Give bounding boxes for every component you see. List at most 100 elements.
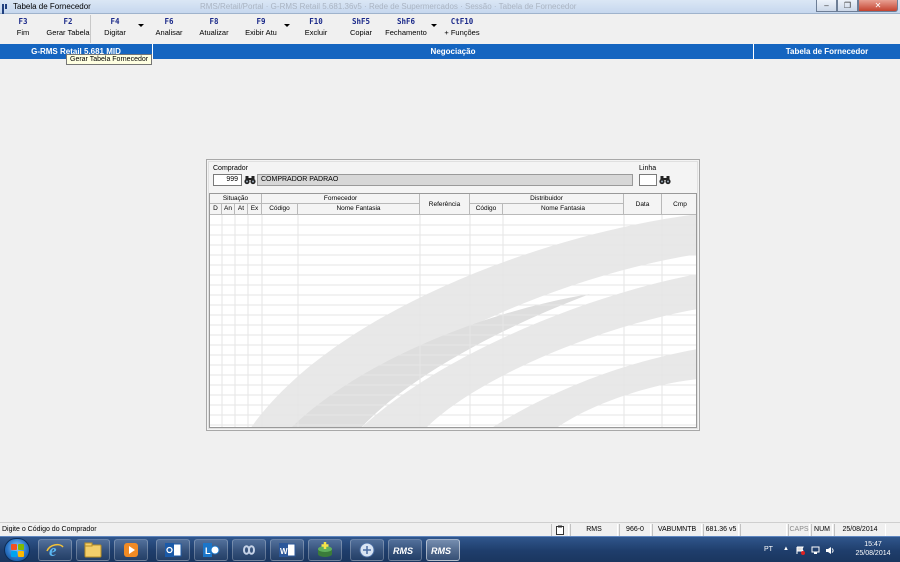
header-d[interactable]: D [210,204,222,215]
clipboard-icon[interactable] [551,524,569,536]
dropdown-arrow-icon[interactable] [431,24,437,27]
comprador-label: Comprador [213,165,249,172]
toolbar-key: CtF10 [450,17,474,26]
header-data[interactable]: Data [624,194,662,215]
taskbar-network-icon[interactable] [350,539,384,561]
linha-field[interactable] [639,174,657,186]
header-distribuidor-nome-fantasia[interactable]: Nome Fantasia [503,204,624,215]
network-tray-icon[interactable] [811,546,820,557]
toolbar-label: Fim [16,28,30,37]
svg-text:L: L [205,546,211,556]
toolbar-key: F9 [256,17,266,26]
function-key-toolbar: F3 Fim F2 Gerar Tabela F4 Digitar F6 Ana… [0,15,900,44]
toolbar-key: F8 [209,17,219,26]
clock-time: 15:47 [864,541,882,548]
toolbar-label: Digitar [104,28,126,37]
toolbar-label: Excluir [304,28,328,37]
app-icon [2,4,10,14]
background-window-title: RMS/Retail/Portal · G-RMS Retail 5.681.3… [200,2,577,11]
toolbar-analisar-button[interactable]: F6 Analisar [152,17,186,39]
header-at[interactable]: At [235,204,248,215]
taskbar-word-icon[interactable]: W [270,539,304,561]
volume-icon[interactable] [825,546,835,557]
taskbar-internet-explorer-icon[interactable]: e [38,539,72,561]
svg-text:RMS: RMS [393,546,413,556]
header-an[interactable]: An [222,204,235,215]
status-bar: Digite o Código do Comprador RMS 966-0 V… [0,522,900,536]
restore-button[interactable]: ❐ [837,0,858,12]
toolbar-key: ShF5 [351,17,371,26]
status-code: 966-0 [619,524,651,536]
status-empty [740,524,787,536]
table-gridlines [210,215,696,427]
header-situacao[interactable]: Situação [210,194,262,204]
taskbar-outlook-icon[interactable] [156,539,190,561]
taskbar-media-player-icon[interactable] [114,539,148,561]
start-button[interactable] [4,538,30,562]
header-fornecedor-nome-fantasia[interactable]: Nome Fantasia [298,204,420,215]
toolbar-label: Analisar [155,28,183,37]
toolbar-key: F4 [110,17,120,26]
taskbar-lync-icon[interactable]: L [194,539,228,561]
action-center-flag-icon[interactable] [796,546,805,557]
dropdown-arrow-icon[interactable] [284,24,290,27]
toolbar-label: Gerar Tabela [46,28,90,37]
taskbar-rms-app-2[interactable]: RMS [426,539,460,561]
toolbar-label: + Funções [444,28,480,37]
close-button[interactable]: ✕ [858,0,898,12]
svg-text:RMS: RMS [431,546,451,556]
fornecedor-table[interactable]: Situação Fornecedor Referência Distribui… [209,193,697,428]
linha-label: Linha [639,165,657,172]
toolbar-key: ShF6 [396,17,416,26]
toolbar-fim-button[interactable]: F3 Fim [8,17,38,39]
minimize-button[interactable]: – [816,0,837,12]
header-referencia[interactable]: Referência [420,194,470,215]
status-message: Digite o Código do Comprador [2,526,97,533]
svg-text:W: W [280,547,288,556]
toolbar-digitar-button[interactable]: F4 Digitar [98,17,132,39]
binoculars-search-icon[interactable] [659,175,671,185]
toolbar-key: F2 [63,17,73,26]
toolbar-excluir-button[interactable]: F10 Excluir [300,17,332,39]
toolbar-atualizar-button[interactable]: F8 Atualizar [196,17,232,39]
toolbar-label: Copiar [349,28,373,37]
comprador-code-field[interactable]: 999 [213,174,242,186]
title-bar: Tabela de Fornecedor RMS/Retail/Portal ·… [0,0,900,14]
header-fornecedor[interactable]: Fornecedor [262,194,420,204]
toolbar-key: F6 [164,17,174,26]
toolbar-separator [90,15,91,43]
module-name: Negociação [430,47,476,56]
status-num: NUM [811,524,833,536]
toolbar-tooltip: Gerar Tabela Fornecedor [66,54,153,65]
toolbar-key: F10 [309,17,323,26]
taskbar-clock[interactable]: 15:47 25/08/2014 [850,540,896,558]
taskbar-file-explorer-icon[interactable] [76,539,110,561]
toolbar-fechamento-button[interactable]: ShF6 Fechamento [384,17,428,39]
taskbar-rms-app-1[interactable]: RMS [388,539,422,561]
toolbar-label: Atualizar [199,28,229,37]
status-date: 25/08/2014 [834,524,886,536]
toolbar-exibir-atu-button[interactable]: F9 Exibir Atu [243,17,279,39]
header-ex[interactable]: Ex [248,204,262,215]
language-indicator[interactable]: PT [764,546,773,553]
status-system: RMS [570,524,618,536]
screen-name: Tabela de Fornecedor [785,47,869,56]
binoculars-search-icon[interactable] [244,175,256,185]
header-distribuidor-codigo[interactable]: Código [470,204,503,215]
window-title: Tabela de Fornecedor [13,2,91,11]
header-fornecedor-codigo[interactable]: Código [262,204,298,215]
show-hidden-icons-icon[interactable]: ▲ [783,546,789,552]
toolbar-label: Fechamento [385,28,427,37]
toolbar-copiar-button[interactable]: ShF5 Copiar [344,17,378,39]
toolbar-label: Exibir Atu [245,28,277,37]
header-cmp[interactable]: Cmp [662,194,696,215]
toolbar-gerar-tabela-button[interactable]: F2 Gerar Tabela [46,17,90,39]
taskbar-infinity-icon[interactable] [232,539,266,561]
toolbar-mais-funcoes-button[interactable]: CtF10 + Funções [442,17,482,39]
taskbar-database-plus-icon[interactable] [308,539,342,561]
window-controls: – ❐ ✕ [816,0,898,13]
dropdown-arrow-icon[interactable] [138,24,144,27]
status-version: 681.36 v5 [703,524,739,536]
status-caps: CAPS [788,524,810,536]
header-distribuidor[interactable]: Distribuidor [470,194,624,204]
